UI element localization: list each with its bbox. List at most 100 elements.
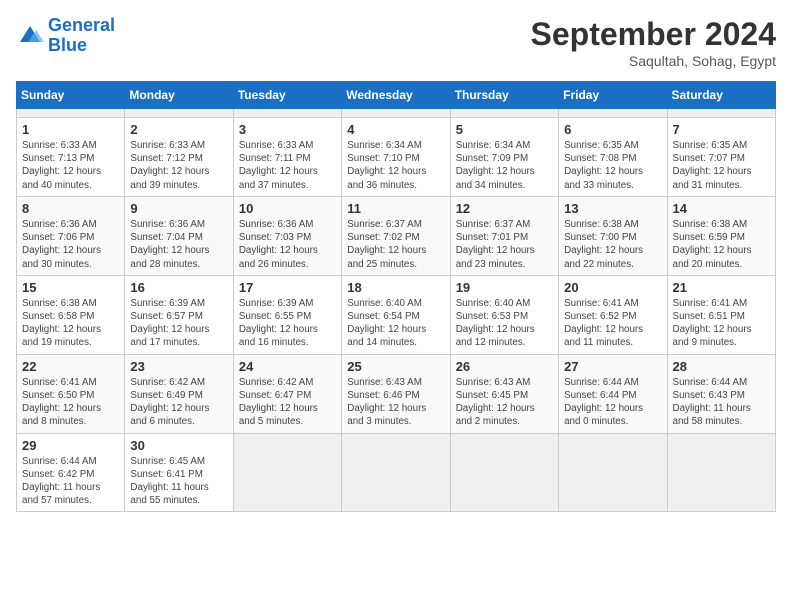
day-number: 12: [456, 201, 553, 216]
calendar-cell: [17, 109, 125, 118]
day-number: 20: [564, 280, 661, 295]
header-tuesday: Tuesday: [233, 82, 341, 109]
day-info: Sunrise: 6:33 AM Sunset: 7:12 PM Dayligh…: [130, 139, 227, 192]
calendar-cell: 23 Sunrise: 6:42 AM Sunset: 6:49 PM Dayli…: [125, 354, 233, 433]
calendar-cell: 26 Sunrise: 6:43 AM Sunset: 6:45 PM Dayli…: [450, 354, 558, 433]
calendar-cell: [450, 109, 558, 118]
logo-text: General Blue: [48, 16, 115, 56]
day-info: Sunrise: 6:39 AM Sunset: 6:55 PM Dayligh…: [239, 297, 336, 350]
month-title: September 2024: [531, 16, 776, 53]
calendar-cell: 27 Sunrise: 6:44 AM Sunset: 6:44 PM Dayli…: [559, 354, 667, 433]
day-number: 26: [456, 359, 553, 374]
header-sunday: Sunday: [17, 82, 125, 109]
week-row-3: 15 Sunrise: 6:38 AM Sunset: 6:58 PM Dayli…: [17, 275, 776, 354]
day-info: Sunrise: 6:43 AM Sunset: 6:45 PM Dayligh…: [456, 376, 553, 429]
day-info: Sunrise: 6:42 AM Sunset: 6:49 PM Dayligh…: [130, 376, 227, 429]
header-thursday: Thursday: [450, 82, 558, 109]
day-info: Sunrise: 6:37 AM Sunset: 7:02 PM Dayligh…: [347, 218, 444, 271]
calendar-cell: [233, 109, 341, 118]
week-row-0: [17, 109, 776, 118]
calendar-cell: 30Sunrise: 6:45 AM Sunset: 6:41 PM Dayli…: [125, 433, 233, 512]
day-number: 13: [564, 201, 661, 216]
calendar-cell: [342, 433, 450, 512]
calendar-cell: 22 Sunrise: 6:41 AM Sunset: 6:50 PM Dayli…: [17, 354, 125, 433]
location: Saqultah, Sohag, Egypt: [531, 53, 776, 69]
calendar-cell: 16Sunrise: 6:39 AM Sunset: 6:57 PM Dayli…: [125, 275, 233, 354]
day-number: 9: [130, 201, 227, 216]
calendar-cell: 8 Sunrise: 6:36 AM Sunset: 7:06 PM Daylig…: [17, 196, 125, 275]
day-info: Sunrise: 6:34 AM Sunset: 7:10 PM Dayligh…: [347, 139, 444, 192]
day-number: 28: [673, 359, 770, 374]
day-info: Sunrise: 6:40 AM Sunset: 6:53 PM Dayligh…: [456, 297, 553, 350]
day-info: Sunrise: 6:42 AM Sunset: 6:47 PM Dayligh…: [239, 376, 336, 429]
day-info: Sunrise: 6:41 AM Sunset: 6:51 PM Dayligh…: [673, 297, 770, 350]
day-info: Sunrise: 6:36 AM Sunset: 7:06 PM Dayligh…: [22, 218, 119, 271]
day-number: 25: [347, 359, 444, 374]
day-number: 4: [347, 122, 444, 137]
day-number: 27: [564, 359, 661, 374]
day-info: Sunrise: 6:40 AM Sunset: 6:54 PM Dayligh…: [347, 297, 444, 350]
calendar-cell: [342, 109, 450, 118]
day-number: 19: [456, 280, 553, 295]
calendar-header-row: SundayMondayTuesdayWednesdayThursdayFrid…: [17, 82, 776, 109]
calendar-cell: [667, 109, 775, 118]
calendar-cell: [233, 433, 341, 512]
day-number: 5: [456, 122, 553, 137]
calendar-cell: [559, 109, 667, 118]
calendar-cell: [450, 433, 558, 512]
calendar-table: SundayMondayTuesdayWednesdayThursdayFrid…: [16, 81, 776, 512]
calendar-cell: [125, 109, 233, 118]
calendar-cell: 20 Sunrise: 6:41 AM Sunset: 6:52 PM Dayli…: [559, 275, 667, 354]
day-number: 18: [347, 280, 444, 295]
week-row-1: 1Sunrise: 6:33 AM Sunset: 7:13 PM Daylig…: [17, 118, 776, 197]
day-info: Sunrise: 6:43 AM Sunset: 6:46 PM Dayligh…: [347, 376, 444, 429]
day-info: Sunrise: 6:44 AM Sunset: 6:44 PM Dayligh…: [564, 376, 661, 429]
calendar-cell: [559, 433, 667, 512]
logo-icon: [16, 22, 44, 50]
header-wednesday: Wednesday: [342, 82, 450, 109]
week-row-2: 8 Sunrise: 6:36 AM Sunset: 7:06 PM Daylig…: [17, 196, 776, 275]
day-number: 2: [130, 122, 227, 137]
day-info: Sunrise: 6:38 AM Sunset: 6:58 PM Dayligh…: [22, 297, 119, 350]
day-number: 6: [564, 122, 661, 137]
calendar-cell: 18 Sunrise: 6:40 AM Sunset: 6:54 PM Dayli…: [342, 275, 450, 354]
day-number: 24: [239, 359, 336, 374]
day-info: Sunrise: 6:36 AM Sunset: 7:03 PM Dayligh…: [239, 218, 336, 271]
day-number: 15: [22, 280, 119, 295]
week-row-4: 22 Sunrise: 6:41 AM Sunset: 6:50 PM Dayli…: [17, 354, 776, 433]
calendar-cell: 7Sunrise: 6:35 AM Sunset: 7:07 PM Daylig…: [667, 118, 775, 197]
day-info: Sunrise: 6:41 AM Sunset: 6:50 PM Dayligh…: [22, 376, 119, 429]
day-number: 23: [130, 359, 227, 374]
calendar-cell: 24 Sunrise: 6:42 AM Sunset: 6:47 PM Dayli…: [233, 354, 341, 433]
calendar-cell: 29Sunrise: 6:44 AM Sunset: 6:42 PM Dayli…: [17, 433, 125, 512]
calendar-cell: 21 Sunrise: 6:41 AM Sunset: 6:51 PM Dayli…: [667, 275, 775, 354]
day-number: 22: [22, 359, 119, 374]
day-info: Sunrise: 6:34 AM Sunset: 7:09 PM Dayligh…: [456, 139, 553, 192]
calendar-cell: 25 Sunrise: 6:43 AM Sunset: 6:46 PM Dayli…: [342, 354, 450, 433]
day-info: Sunrise: 6:39 AM Sunset: 6:57 PM Dayligh…: [130, 297, 227, 350]
day-info: Sunrise: 6:44 AM Sunset: 6:43 PM Dayligh…: [673, 376, 770, 429]
day-number: 7: [673, 122, 770, 137]
day-info: Sunrise: 6:44 AM Sunset: 6:42 PM Dayligh…: [22, 455, 119, 508]
title-block: September 2024 Saqultah, Sohag, Egypt: [531, 16, 776, 69]
day-info: Sunrise: 6:45 AM Sunset: 6:41 PM Dayligh…: [130, 455, 227, 508]
calendar-cell: 12 Sunrise: 6:37 AM Sunset: 7:01 PM Dayli…: [450, 196, 558, 275]
calendar-cell: 6Sunrise: 6:35 AM Sunset: 7:08 PM Daylig…: [559, 118, 667, 197]
day-info: Sunrise: 6:33 AM Sunset: 7:11 PM Dayligh…: [239, 139, 336, 192]
header-saturday: Saturday: [667, 82, 775, 109]
header-monday: Monday: [125, 82, 233, 109]
day-number: 11: [347, 201, 444, 216]
day-info: Sunrise: 6:37 AM Sunset: 7:01 PM Dayligh…: [456, 218, 553, 271]
day-info: Sunrise: 6:41 AM Sunset: 6:52 PM Dayligh…: [564, 297, 661, 350]
calendar-cell: [667, 433, 775, 512]
day-number: 21: [673, 280, 770, 295]
calendar-cell: 15 Sunrise: 6:38 AM Sunset: 6:58 PM Dayli…: [17, 275, 125, 354]
calendar-cell: 14Sunrise: 6:38 AM Sunset: 6:59 PM Dayli…: [667, 196, 775, 275]
day-number: 8: [22, 201, 119, 216]
day-number: 10: [239, 201, 336, 216]
calendar-cell: 4 Sunrise: 6:34 AM Sunset: 7:10 PM Daylig…: [342, 118, 450, 197]
calendar-cell: 13Sunrise: 6:38 AM Sunset: 7:00 PM Dayli…: [559, 196, 667, 275]
day-info: Sunrise: 6:36 AM Sunset: 7:04 PM Dayligh…: [130, 218, 227, 271]
calendar-cell: 3Sunrise: 6:33 AM Sunset: 7:11 PM Daylig…: [233, 118, 341, 197]
header-friday: Friday: [559, 82, 667, 109]
